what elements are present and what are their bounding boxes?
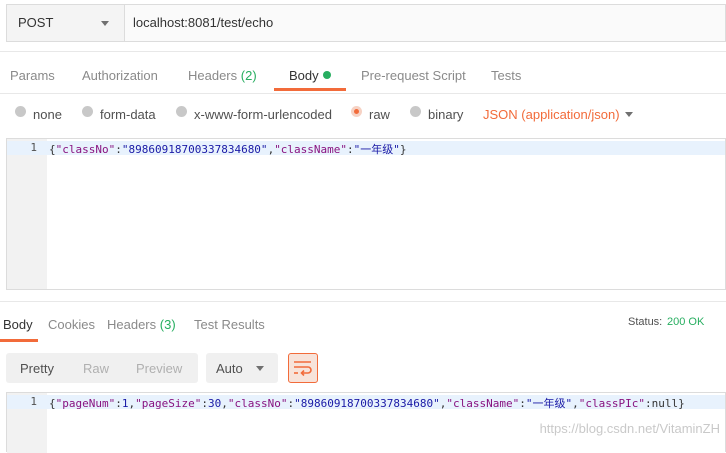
status-label: Status: bbox=[628, 316, 663, 328]
divider bbox=[0, 301, 726, 302]
body-indicator-dot-icon bbox=[323, 71, 331, 79]
code-token: : bbox=[645, 397, 652, 410]
raw-button[interactable]: Raw bbox=[83, 361, 109, 376]
watermark: https://blog.csdn.net/VitaminZH bbox=[539, 421, 720, 436]
code-token: , bbox=[221, 397, 228, 410]
code-token: "89860918700337834680" bbox=[121, 143, 268, 156]
radio-none[interactable] bbox=[15, 106, 26, 117]
method-select[interactable]: POST bbox=[7, 5, 125, 41]
code-token: , bbox=[572, 397, 579, 410]
radio-urlencoded-label[interactable]: x-www-form-urlencoded bbox=[194, 107, 332, 122]
code-token: "className" bbox=[446, 397, 520, 410]
wrap-lines-button[interactable] bbox=[288, 353, 318, 383]
content-type-select[interactable]: JSON (application/json) bbox=[483, 107, 620, 122]
code-token: : bbox=[519, 397, 526, 410]
radio-form-data-label[interactable]: form-data bbox=[100, 107, 156, 122]
status-badge: 200 OK bbox=[667, 316, 705, 328]
code-token: { bbox=[49, 397, 56, 410]
line-number: 1 bbox=[30, 141, 37, 154]
code-token: "89860918700337834680" bbox=[294, 397, 440, 410]
preview-button[interactable]: Preview bbox=[136, 361, 182, 376]
active-tab-underline bbox=[0, 339, 38, 342]
radio-urlencoded[interactable] bbox=[176, 106, 187, 117]
code-line: {"classNo":"89860918700337834680","class… bbox=[49, 141, 407, 157]
view-mode-group: Pretty Raw Preview bbox=[6, 353, 198, 383]
method-label: POST bbox=[18, 15, 54, 30]
wrap-lines-icon bbox=[294, 361, 312, 377]
response-tab-body[interactable]: Body bbox=[3, 317, 33, 332]
divider bbox=[0, 51, 726, 52]
chevron-down-icon bbox=[101, 21, 109, 26]
radio-binary-label[interactable]: binary bbox=[428, 107, 463, 122]
chevron-down-icon[interactable] bbox=[625, 112, 633, 117]
code-token: "一年级" bbox=[353, 143, 400, 156]
radio-raw-label[interactable]: raw bbox=[369, 107, 390, 122]
code-token: "classPIc" bbox=[578, 397, 645, 410]
editor-gutter bbox=[7, 139, 47, 289]
code-token: "classNo" bbox=[55, 143, 116, 156]
pretty-button[interactable]: Pretty bbox=[20, 361, 54, 376]
code-token: 30 bbox=[207, 397, 222, 410]
url-bar: POST localhost:8081/test/echo bbox=[6, 4, 726, 42]
url-input[interactable]: localhost:8081/test/echo bbox=[133, 15, 273, 30]
response-tab-headers-count: (3) bbox=[159, 317, 176, 332]
response-tab-headers-label: Headers bbox=[107, 317, 157, 332]
code-token: "className" bbox=[274, 143, 348, 156]
tab-prerequest-script[interactable]: Pre-request Script bbox=[361, 68, 466, 83]
code-token: } bbox=[678, 397, 685, 410]
code-token: "一年级" bbox=[525, 397, 573, 410]
tab-tests[interactable]: Tests bbox=[491, 68, 521, 83]
format-select[interactable]: Auto bbox=[206, 353, 278, 383]
tab-headers-count: (2) bbox=[240, 68, 257, 83]
code-token: "pageSize" bbox=[135, 397, 202, 410]
code-token: { bbox=[49, 143, 56, 156]
format-select-label: Auto bbox=[216, 361, 243, 376]
divider bbox=[0, 93, 726, 94]
active-tab-underline bbox=[274, 88, 346, 91]
chevron-down-icon bbox=[256, 366, 264, 371]
code-token: "classNo" bbox=[227, 397, 288, 410]
request-body-editor[interactable]: 1 {"classNo":"89860918700337834680","cla… bbox=[6, 138, 726, 290]
code-token: : bbox=[115, 397, 122, 410]
response-tab-test-results[interactable]: Test Results bbox=[194, 317, 265, 332]
tab-params[interactable]: Params bbox=[10, 68, 55, 83]
code-token: null bbox=[651, 397, 679, 410]
code-token: : bbox=[115, 143, 122, 156]
code-token: : bbox=[347, 143, 354, 156]
response-tab-cookies[interactable]: Cookies bbox=[48, 317, 95, 332]
code-token: } bbox=[399, 143, 407, 156]
radio-none-label[interactable]: none bbox=[33, 107, 62, 122]
tab-headers-label: Headers bbox=[188, 68, 238, 83]
code-token: : bbox=[201, 397, 208, 410]
response-tab-headers[interactable]: Headers (3) bbox=[107, 317, 176, 332]
code-token: "pageNum" bbox=[55, 397, 116, 410]
radio-raw[interactable] bbox=[351, 106, 362, 117]
tab-body[interactable]: Body bbox=[289, 68, 319, 83]
radio-form-data[interactable] bbox=[82, 106, 93, 117]
tab-authorization[interactable]: Authorization bbox=[82, 68, 158, 83]
line-number: 1 bbox=[30, 395, 37, 408]
tab-headers[interactable]: Headers (2) bbox=[188, 68, 257, 83]
radio-binary[interactable] bbox=[410, 106, 421, 117]
code-line: {"pageNum":1,"pageSize":30,"classNo":"89… bbox=[49, 395, 685, 411]
